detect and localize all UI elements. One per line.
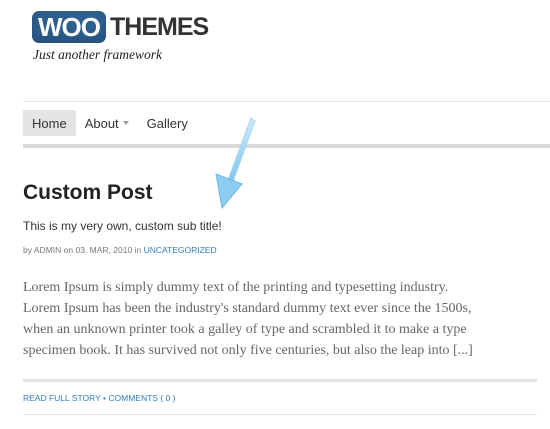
comments-link[interactable]: COMMENTS ( 0 ) bbox=[108, 393, 175, 403]
excerpt-line: specimen book. It has survived not only … bbox=[23, 343, 473, 358]
nav-top-divider bbox=[23, 101, 550, 102]
links-separator: • bbox=[103, 393, 106, 403]
post-excerpt: Lorem Ipsum is simply dummy text of the … bbox=[23, 277, 543, 361]
excerpt-line: Lorem Ipsum is simply dummy text of the … bbox=[23, 280, 449, 295]
nav-item-label: Gallery bbox=[146, 115, 188, 131]
meta-on: on bbox=[63, 245, 74, 255]
chevron-down-icon bbox=[122, 121, 129, 125]
nav-item-home[interactable]: Home bbox=[23, 110, 76, 136]
logo-woo-badge: WOO bbox=[32, 11, 106, 43]
post-links: READ FULL STORY • COMMENTS ( 0 ) bbox=[23, 393, 175, 403]
meta-category-link[interactable]: UNCATEGORIZED bbox=[144, 245, 217, 255]
meta-author: ADMIN bbox=[33, 245, 62, 255]
meta-by: by bbox=[23, 245, 32, 255]
nav-item-label: About bbox=[84, 115, 119, 131]
read-full-story-link[interactable]: READ FULL STORY bbox=[23, 393, 101, 403]
logo-themes-text: THEMES bbox=[110, 12, 209, 41]
excerpt-line: Lorem Ipsum has been the industry's stan… bbox=[23, 301, 472, 316]
site-tagline: Just another framework bbox=[33, 47, 162, 62]
annotation-arrow-icon bbox=[215, 117, 256, 210]
nav-item-gallery[interactable]: Gallery bbox=[138, 110, 197, 136]
post-title[interactable]: Custom Post bbox=[23, 181, 153, 205]
post-subtitle: This is my very own, custom sub title! bbox=[23, 219, 222, 233]
excerpt-line: when an unknown printer took a galley of… bbox=[23, 322, 467, 337]
nav-bottom-divider bbox=[23, 144, 550, 148]
meta-in: in bbox=[134, 245, 142, 255]
nav-item-about[interactable]: About bbox=[76, 110, 138, 136]
post-bottom-divider bbox=[23, 414, 537, 415]
nav-item-label: Home bbox=[32, 115, 67, 131]
main-nav: Home About Gallery bbox=[23, 110, 197, 136]
post-divider bbox=[23, 379, 537, 382]
post-meta: by ADMIN on 03. MAR, 2010 in UNCATEGORIZ… bbox=[23, 245, 217, 255]
meta-date: 03. MAR, 2010 bbox=[75, 245, 133, 255]
site-logo[interactable]: WOO THEMES bbox=[32, 10, 209, 44]
